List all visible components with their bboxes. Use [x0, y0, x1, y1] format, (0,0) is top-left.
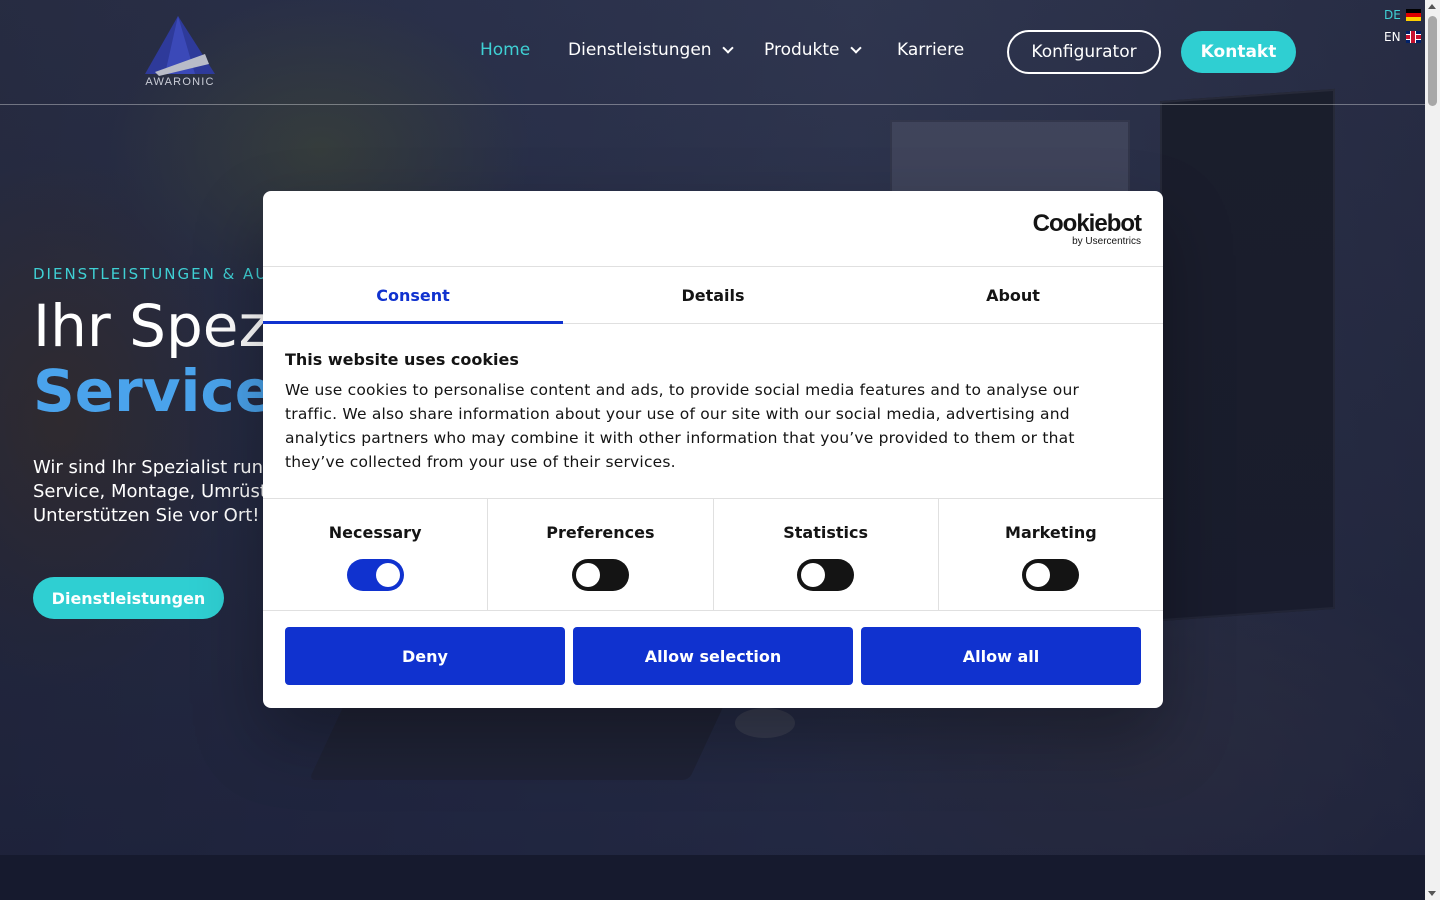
category-statistics: Statistics	[714, 499, 939, 610]
statistics-toggle[interactable]	[797, 559, 855, 591]
category-marketing: Marketing	[939, 499, 1163, 610]
cookie-consent-dialog: Cookiebot by Usercentrics Consent Detail…	[263, 191, 1163, 708]
cookiebot-brand-sub: by Usercentrics	[1072, 236, 1141, 247]
cookie-dialog-body: We use cookies to personalise content an…	[285, 381, 1080, 471]
toggle-knob	[375, 563, 400, 587]
toggle-knob	[1026, 563, 1051, 587]
deny-button[interactable]: Deny	[285, 627, 565, 685]
cookie-actions: Deny Allow selection Allow all	[285, 627, 1141, 685]
toggle-knob	[575, 563, 600, 587]
cookie-dialog-title: This website uses cookies	[285, 350, 519, 369]
cookie-tabs: Consent Details About	[263, 266, 1163, 324]
cookiebot-logo: Cookiebot by Usercentrics	[1032, 210, 1142, 247]
category-preferences-label: Preferences	[546, 523, 655, 542]
scroll-thumb[interactable]	[1428, 16, 1437, 106]
category-necessary: Necessary	[263, 499, 489, 610]
scroll-down-arrow-icon[interactable]	[1428, 891, 1436, 896]
scroll-up-arrow-icon[interactable]	[1428, 4, 1436, 9]
cookiebot-brand: Cookiebot	[1032, 210, 1142, 237]
tab-details[interactable]: Details	[563, 267, 863, 323]
tab-consent[interactable]: Consent	[263, 267, 563, 324]
marketing-toggle[interactable]	[1022, 559, 1080, 591]
toggle-knob	[801, 563, 826, 587]
cookie-categories: Necessary Preferences Statistics Marketi…	[263, 498, 1163, 611]
category-preferences: Preferences	[488, 499, 714, 610]
necessary-toggle[interactable]	[346, 559, 404, 591]
category-statistics-label: Statistics	[783, 523, 868, 542]
category-marketing-label: Marketing	[1005, 523, 1097, 542]
allow-all-button[interactable]: Allow all	[861, 627, 1141, 685]
page-scrollbar[interactable]	[1425, 0, 1440, 900]
preferences-toggle[interactable]	[571, 559, 629, 591]
tab-about[interactable]: About	[863, 267, 1163, 323]
allow-selection-button[interactable]: Allow selection	[573, 627, 853, 685]
category-necessary-label: Necessary	[328, 523, 422, 542]
